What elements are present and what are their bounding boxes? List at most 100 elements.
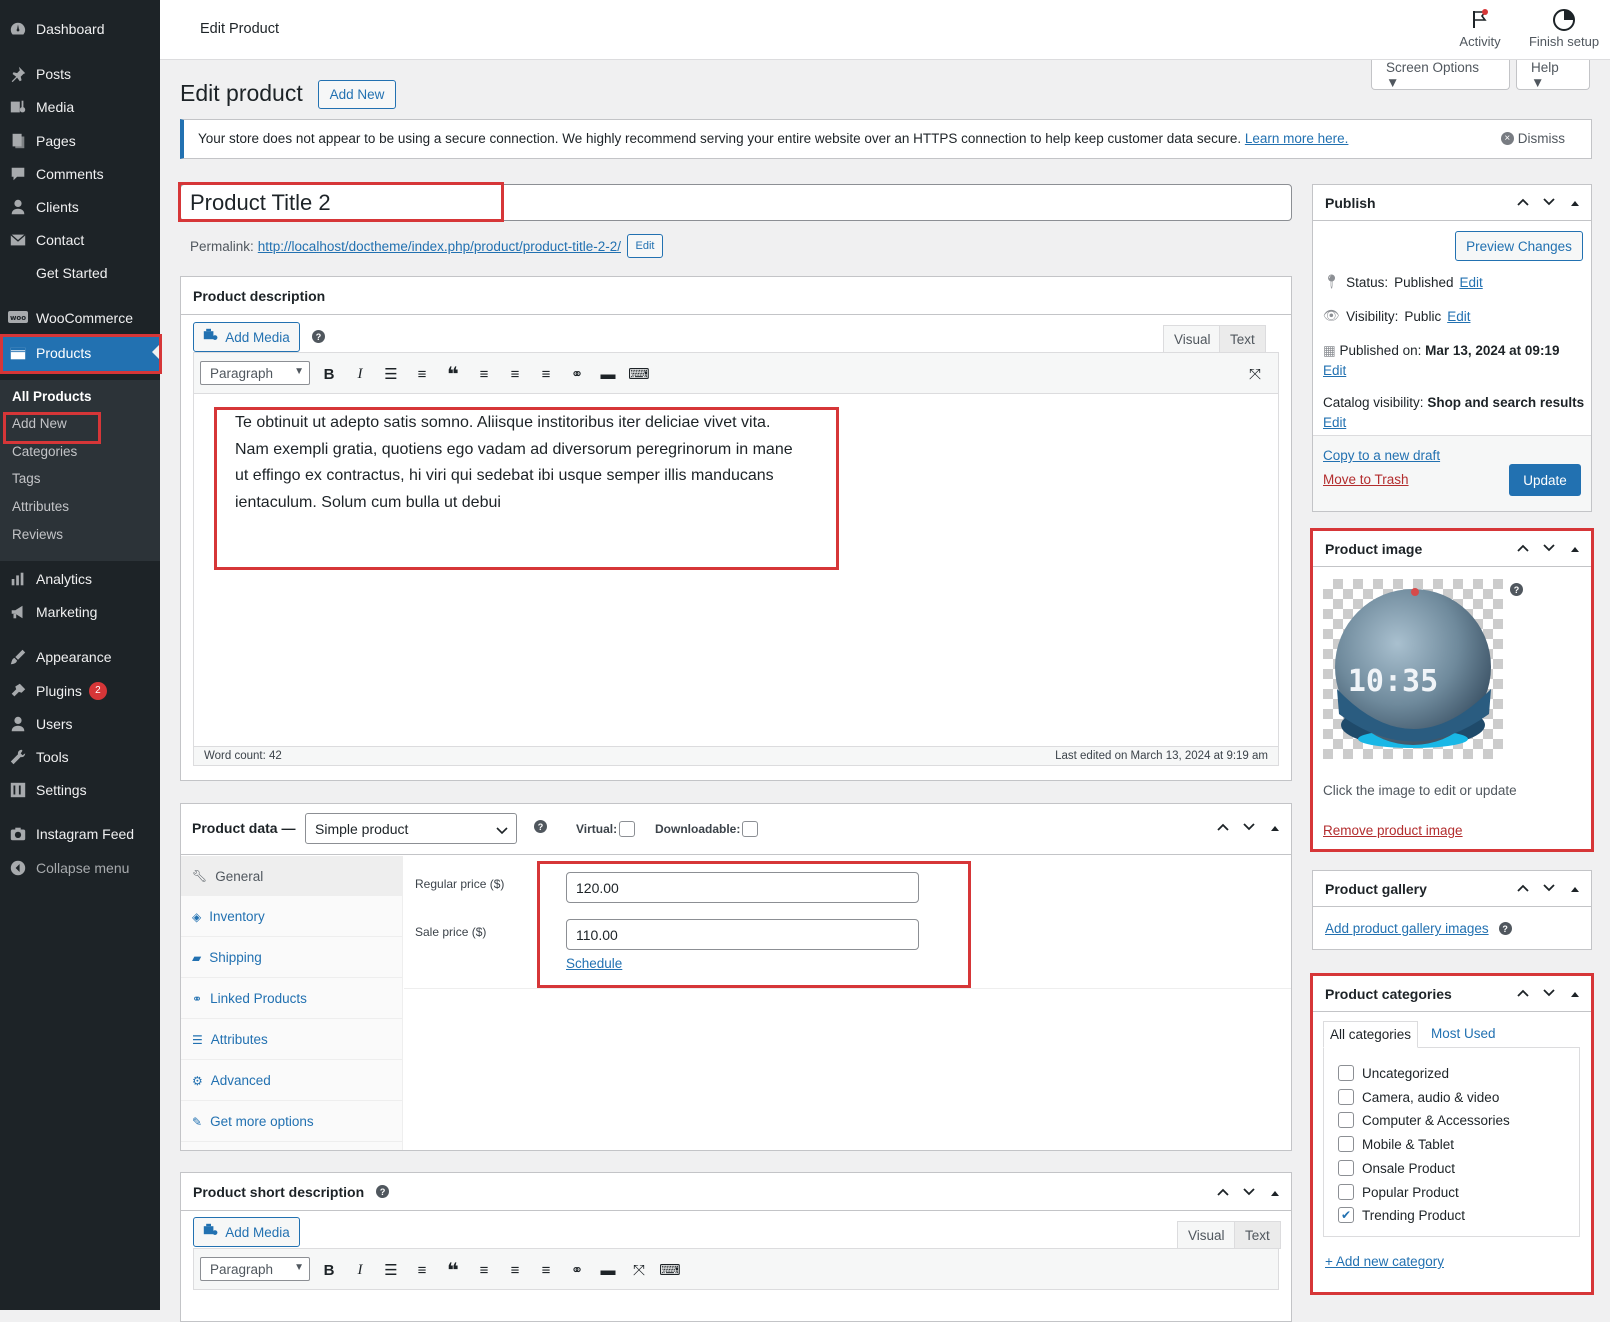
numbered-list-icon[interactable]: ≡ [411, 1259, 433, 1281]
menu-instagram-feed[interactable]: Instagram Feed [0, 817, 160, 851]
menu-users[interactable]: Users [0, 707, 160, 741]
fullscreen-icon[interactable]: ⤧ [1244, 363, 1266, 385]
catalog-edit-link[interactable]: Edit [1323, 415, 1346, 430]
move-down-icon[interactable] [1541, 195, 1557, 210]
product-type-select[interactable]: Simple product [305, 813, 517, 844]
tab-text[interactable]: Text [1234, 1221, 1281, 1249]
move-down-icon[interactable] [1241, 1185, 1257, 1200]
add-gallery-images-link[interactable]: Add product gallery images [1325, 921, 1489, 936]
submenu-categories[interactable]: Categories [12, 444, 77, 459]
quote-icon[interactable]: ❝ [442, 1259, 464, 1282]
update-button[interactable]: Update [1509, 464, 1581, 496]
keyboard-icon[interactable]: ⌨ [628, 363, 650, 385]
link-icon[interactable]: ⚭ [566, 1259, 588, 1281]
submenu-attributes[interactable]: Attributes [12, 499, 69, 514]
help-icon[interactable]: ? [1498, 922, 1512, 935]
menu-media[interactable]: Media [0, 90, 160, 124]
published-edit-link[interactable]: Edit [1323, 363, 1346, 378]
move-down-icon[interactable] [1241, 820, 1257, 835]
help-tab-button[interactable]: Help ▼ [1516, 60, 1590, 90]
align-right-icon[interactable]: ≡ [535, 1259, 557, 1281]
move-up-icon[interactable] [1515, 881, 1531, 896]
quote-icon[interactable]: ❝ [442, 363, 464, 386]
fullscreen-icon[interactable]: ⤧ [628, 1259, 650, 1281]
read-more-icon[interactable]: ▬ [597, 1259, 619, 1281]
add-media-button[interactable]: Add Media [193, 1217, 300, 1247]
menu-get-started[interactable]: Get Started [0, 256, 160, 290]
screen-options-button[interactable]: Screen Options ▼ [1371, 60, 1510, 90]
learn-more-link[interactable]: Learn more here. [1245, 131, 1349, 146]
permalink-edit-button[interactable]: Edit [627, 234, 663, 258]
help-icon[interactable]: ? [376, 1185, 390, 1198]
read-more-icon[interactable]: ▬ [597, 363, 619, 385]
toggle-panel-icon[interactable] [1267, 820, 1283, 835]
menu-woocommerce[interactable]: woo WooCommerce [0, 301, 160, 335]
finish-setup-button[interactable]: Finish setup [1524, 8, 1604, 49]
menu-clients[interactable]: Clients [0, 190, 160, 224]
permalink-url[interactable]: http://localhost/doctheme/index.php/prod… [258, 239, 621, 254]
toggle-panel-icon[interactable] [1267, 1185, 1283, 1200]
bullet-list-icon[interactable]: ☰ [380, 363, 402, 385]
submenu-tags[interactable]: Tags [12, 471, 41, 486]
status-edit-link[interactable]: Edit [1459, 275, 1482, 290]
link-icon[interactable]: ⚭ [566, 363, 588, 385]
tab-advanced[interactable]: ⚙ Advanced [181, 1061, 403, 1101]
menu-comments[interactable]: Comments [0, 157, 160, 191]
italic-icon[interactable]: I [349, 1259, 371, 1281]
activity-button[interactable]: Activity [1450, 8, 1510, 49]
numbered-list-icon[interactable]: ≡ [411, 363, 433, 385]
bold-icon[interactable]: B [318, 1259, 340, 1281]
menu-settings[interactable]: Settings [0, 773, 160, 807]
menu-appearance[interactable]: Appearance [0, 640, 160, 674]
preview-changes-button[interactable]: Preview Changes [1455, 231, 1583, 261]
virtual-checkbox[interactable] [619, 821, 636, 837]
align-right-icon[interactable]: ≡ [535, 363, 557, 385]
move-up-icon[interactable] [1215, 1185, 1231, 1200]
align-center-icon[interactable]: ≡ [504, 363, 526, 385]
move-up-icon[interactable] [1515, 195, 1531, 210]
copy-to-draft-link[interactable]: Copy to a new draft [1323, 448, 1440, 463]
submenu-all-products[interactable]: All Products [12, 389, 92, 404]
menu-contact[interactable]: Contact [0, 223, 160, 257]
align-left-icon[interactable]: ≡ [473, 363, 495, 385]
menu-collapse[interactable]: Collapse menu [0, 851, 160, 885]
downloadable-checkbox[interactable] [742, 821, 759, 837]
menu-tools[interactable]: Tools [0, 740, 160, 774]
menu-plugins[interactable]: Plugins 2 [0, 674, 160, 708]
bold-icon[interactable]: B [318, 363, 340, 385]
menu-marketing[interactable]: Marketing [0, 595, 160, 629]
menu-posts[interactable]: Posts [0, 57, 160, 91]
tab-all-categories[interactable]: All categories [1323, 1021, 1419, 1048]
submenu-reviews[interactable]: Reviews [12, 527, 63, 542]
visibility-edit-link[interactable]: Edit [1447, 309, 1470, 324]
format-select[interactable]: Paragraph ▼ [200, 1257, 310, 1281]
tab-get-more-options[interactable]: ✎ Get more options [181, 1102, 403, 1142]
toggle-panel-icon[interactable] [1567, 881, 1583, 896]
help-icon[interactable]: ? [312, 330, 325, 343]
tab-inventory[interactable]: ◈ Inventory [181, 897, 403, 937]
add-new-button[interactable]: Add New [318, 80, 396, 109]
keyboard-icon[interactable]: ⌨ [659, 1259, 681, 1281]
menu-dashboard[interactable]: Dashboard [0, 12, 160, 46]
tab-visual[interactable]: Visual [1177, 1221, 1236, 1249]
help-icon[interactable]: ? [534, 820, 547, 833]
tab-linked-products[interactable]: ⚭ Linked Products [181, 979, 403, 1019]
menu-analytics[interactable]: Analytics [0, 562, 160, 596]
move-to-trash-link[interactable]: Move to Trash [1323, 472, 1409, 487]
tab-visual[interactable]: Visual [1163, 325, 1222, 353]
add-media-button[interactable]: Add Media [193, 322, 300, 352]
bullet-list-icon[interactable]: ☰ [380, 1259, 402, 1281]
italic-icon[interactable]: I [349, 363, 371, 385]
menu-pages[interactable]: Pages [0, 124, 160, 158]
tab-attributes[interactable]: ☰ Attributes [181, 1020, 403, 1060]
format-select[interactable]: Paragraph ▼ [200, 361, 310, 385]
tab-general[interactable]: 🔧︎ General [181, 856, 403, 896]
dismiss-button[interactable]: × Dismiss [1500, 131, 1565, 146]
align-center-icon[interactable]: ≡ [504, 1259, 526, 1281]
align-left-icon[interactable]: ≡ [473, 1259, 495, 1281]
tab-text[interactable]: Text [1219, 325, 1266, 353]
move-up-icon[interactable] [1215, 820, 1231, 835]
toggle-panel-icon[interactable] [1567, 195, 1583, 210]
tab-shipping[interactable]: ▰ Shipping [181, 938, 403, 978]
move-down-icon[interactable] [1541, 881, 1557, 896]
